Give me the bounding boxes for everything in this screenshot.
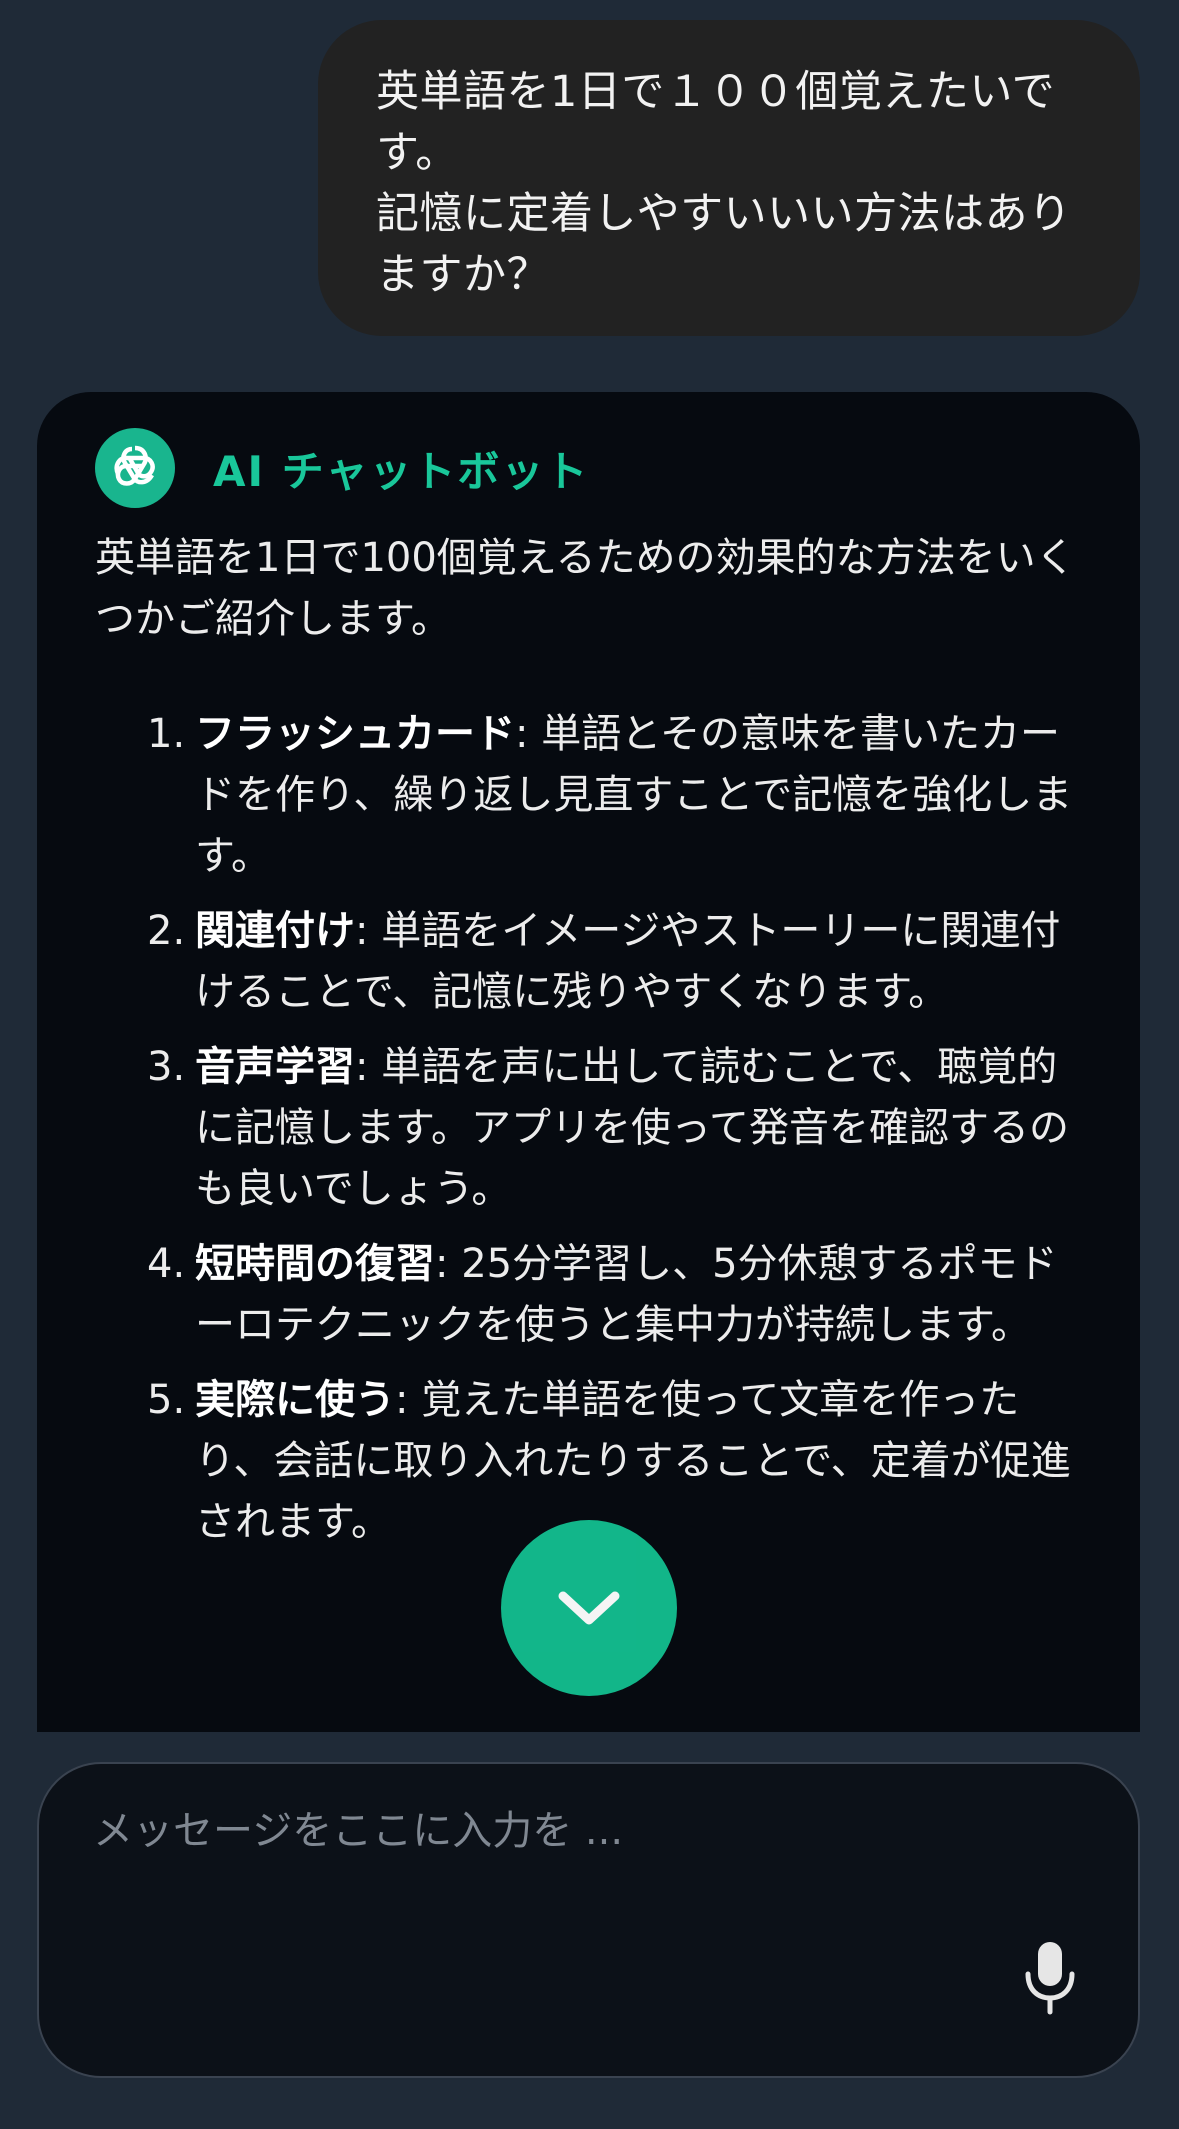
list-item: 1. フラッシュカード: 単語とその意味を書いたカードを作り、繰り返し見直すことで… xyxy=(95,704,1082,887)
bot-avatar xyxy=(95,428,175,508)
list-item-term: 関連付け xyxy=(195,908,355,954)
list-item-number: 2. xyxy=(147,908,186,954)
scroll-to-bottom-button[interactable] xyxy=(501,1520,677,1696)
list-item-term: 短時間の復習 xyxy=(195,1241,435,1287)
list-item-term: 音声学習 xyxy=(195,1044,355,1090)
chevron-down-icon xyxy=(558,1591,620,1625)
bot-header: AI チャットボット xyxy=(95,426,1082,510)
message-input[interactable] xyxy=(93,1808,913,1854)
microphone-icon xyxy=(1025,1942,1075,2015)
openai-logo-icon xyxy=(114,445,155,486)
method-list: 1. フラッシュカード: 単語とその意味を書いたカードを作り、繰り返し見直すことで… xyxy=(95,704,1082,1553)
list-item-number: 5. xyxy=(147,1377,186,1423)
bot-intro-text: 英単語を1日で100個覚えるための効果的な方法をいくつかご紹介します。 xyxy=(95,535,1076,642)
list-item-number: 4. xyxy=(147,1241,186,1287)
microphone-button[interactable] xyxy=(1020,1938,1080,2018)
bot-name: AI チャットボット xyxy=(213,446,590,496)
chat-screen: 英単語を1日で１００個覚えたいです。 記憶に定着しやすいいい方法はありますか？ … xyxy=(0,0,1179,2129)
list-item-number: 3. xyxy=(147,1044,186,1090)
list-item-term: フラッシュカード xyxy=(195,711,515,757)
message-composer[interactable] xyxy=(37,1762,1140,2078)
user-message-bubble: 英単語を1日で１００個覚えたいです。 記憶に定着しやすいいい方法はありますか？ xyxy=(318,20,1140,336)
user-message-text: 英単語を1日で１００個覚えたいです。 記憶に定着しやすいいい方法はありますか？ xyxy=(376,67,1072,300)
list-item: 2. 関連付け: 単語をイメージやストーリーに関連付けることで、記憶に残りやすくな… xyxy=(95,901,1082,1023)
list-item: 4. 短時間の復習: 25分学習し、5分休憩するポモドーロテクニックを使うと集中力… xyxy=(95,1234,1082,1356)
list-item-number: 1. xyxy=(147,711,186,757)
list-item: 3. 音声学習: 単語を声に出して読むことで、聴覚的に記憶します。アプリを使って発… xyxy=(95,1037,1082,1220)
list-item-term: 実際に使う xyxy=(195,1377,395,1423)
